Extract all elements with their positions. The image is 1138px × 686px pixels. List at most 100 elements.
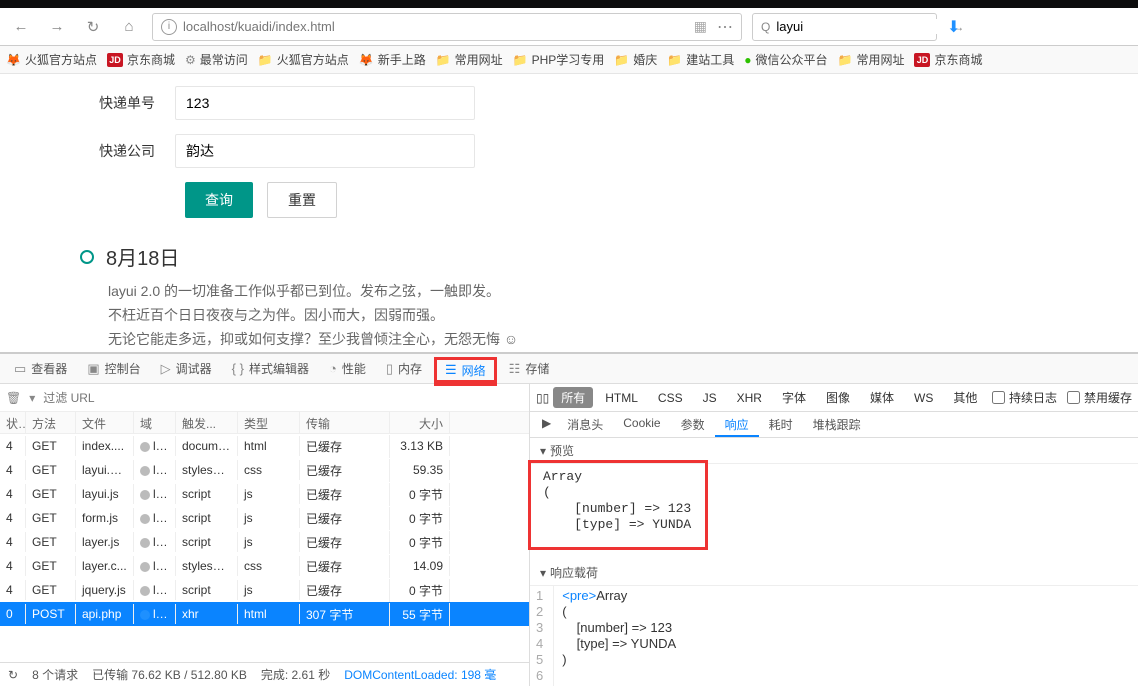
timeline-text: 无论它能走多远，抑或如何支撑？至少我曾倾注全心，无怨无悔 ☺ <box>108 327 1138 351</box>
subtab-params[interactable]: 参数 <box>671 412 715 437</box>
network-request-row[interactable]: 4GETlayer.jslo...scriptjs已缓存0 字节 <box>0 530 529 554</box>
col-header[interactable]: 方法 <box>26 412 76 433</box>
network-request-row[interactable]: 4GETlayer.c...lo...stylesheetcss已缓存14.09 <box>0 554 529 578</box>
devtools-tab-inspector[interactable]: ▭查看器 <box>6 354 75 383</box>
filter-other[interactable]: 其他 <box>945 387 985 408</box>
search-bar[interactable]: Q → <box>752 13 937 41</box>
play-icon[interactable]: ▶ <box>536 412 557 437</box>
network-request-row[interactable]: 0POSTapi.phplo...xhrhtml307 字节55 字节 <box>0 602 529 626</box>
filter-all[interactable]: 所有 <box>553 387 593 408</box>
timeline-date: 8月18日 <box>106 242 179 271</box>
bookmark-item[interactable]: 📁PHP学习专用 <box>513 51 605 68</box>
col-header[interactable]: 类型 <box>238 412 300 433</box>
bookmark-item[interactable]: JD京东商城 <box>914 51 982 68</box>
subtab-timing[interactable]: 耗时 <box>759 412 803 437</box>
footer-dom: DOMContentLoaded: 198 毫 <box>344 666 496 683</box>
bookmark-item[interactable]: 📁常用网址 <box>838 51 905 68</box>
devtools-tab-memory[interactable]: ▯内存 <box>378 354 430 383</box>
network-footer: ↻ 8 个请求 已传输 76.62 KB / 512.80 KB 完成: 2.6… <box>0 662 529 686</box>
input-company[interactable] <box>175 134 475 168</box>
bookmark-item[interactable]: ●微信公众平台 <box>744 51 827 68</box>
devtools-tab-console[interactable]: ▣控制台 <box>79 354 148 383</box>
label-company: 快递公司 <box>0 141 175 161</box>
network-request-row[interactable]: 4GETform.jslo...scriptjs已缓存0 字节 <box>0 506 529 530</box>
timeline-text: layui 2.0 的一切准备工作似乎都已到位。发布之弦，一触即发。 <box>108 279 1138 303</box>
page-body: 快递单号 快递公司 查询 重置 8月18日 layui 2.0 的一切准备工作似… <box>0 74 1138 352</box>
page-actions-icon[interactable]: ⋯ <box>717 17 733 37</box>
network-request-row[interactable]: 4GETlayui.csslo...stylesheetcss已缓存59.35 <box>0 458 529 482</box>
subtab-headers[interactable]: 消息头 <box>557 412 613 437</box>
subtab-cookies[interactable]: Cookie <box>613 412 670 437</box>
qr-icon[interactable]: ▦ <box>694 18 707 35</box>
info-icon[interactable]: i <box>161 19 177 35</box>
filter-ws[interactable]: WS <box>906 389 941 407</box>
subtab-stack[interactable]: 堆栈跟踪 <box>803 412 871 437</box>
url-input[interactable] <box>183 19 688 34</box>
network-list-panel: 🗑 ▾ 状态 方法 文件 域 触发... 类型 传输 大小 4GETindex.… <box>0 384 530 686</box>
filter-icon[interactable]: ▾ <box>29 391 35 405</box>
bookmark-item[interactable]: 📁常用网址 <box>436 51 503 68</box>
bookmark-item[interactable]: JD京东商城 <box>107 51 175 68</box>
filter-input[interactable] <box>43 391 198 405</box>
url-bar[interactable]: i ▦ ⋯ <box>152 13 742 41</box>
filter-img[interactable]: 图像 <box>818 387 858 408</box>
query-button[interactable]: 查询 <box>185 182 253 218</box>
col-header[interactable]: 触发... <box>176 412 238 433</box>
payload-body: 123456 <pre>Array( [number] => 123 [type… <box>530 586 1138 686</box>
bookmark-item[interactable]: 🦊新手上路 <box>359 51 426 68</box>
devtools-tabs: ▭查看器 ▣控制台 ▷调试器 { }样式编辑器 ◔性能 ▯内存 ☰网络 ☷存储 <box>0 354 1138 384</box>
bookmark-item[interactable]: ⚙最常访问 <box>185 51 248 68</box>
timeline: 8月18日 layui 2.0 的一切准备工作似乎都已到位。发布之弦，一触即发。… <box>80 242 1138 351</box>
search-input[interactable] <box>776 19 952 34</box>
network-panel: 🗑 ▾ 状态 方法 文件 域 触发... 类型 传输 大小 4GETindex.… <box>0 384 1138 686</box>
filter-font[interactable]: 字体 <box>774 387 814 408</box>
disable-cache-checkbox[interactable]: 禁用缓存 <box>1067 389 1132 406</box>
col-header[interactable]: 状态 <box>0 412 26 433</box>
persist-log-checkbox[interactable]: 持续日志 <box>992 389 1057 406</box>
label-number: 快递单号 <box>0 93 175 113</box>
timeline-text: 不枉近百个日日夜夜与之为伴。因小而大，因弱而强。 <box>108 303 1138 327</box>
bookmark-item[interactable]: 📁婚庆 <box>614 51 657 68</box>
bookmark-item[interactable]: 🦊火狐官方站点 <box>6 51 97 68</box>
network-request-row[interactable]: 4GETjquery.jslo...scriptjs已缓存0 字节 <box>0 578 529 602</box>
col-header[interactable]: 域 <box>134 412 176 433</box>
reload-icon[interactable]: ↻ <box>8 668 18 682</box>
download-icon[interactable]: ⬇ <box>947 17 960 37</box>
devtools-tab-debugger[interactable]: ▷调试器 <box>153 354 220 383</box>
filter-css[interactable]: CSS <box>650 389 691 407</box>
highlighted-preview: Array ( [number] => 123 [type] => YUNDA <box>528 460 708 550</box>
filter-xhr[interactable]: XHR <box>729 389 770 407</box>
filter-media[interactable]: 媒体 <box>862 387 902 408</box>
footer-requests: 8 个请求 <box>32 666 78 683</box>
devtools-tab-perf[interactable]: ◔性能 <box>321 354 374 383</box>
trash-icon[interactable]: 🗑 <box>6 391 21 405</box>
col-header[interactable]: 大小 <box>390 412 450 433</box>
reset-button[interactable]: 重置 <box>267 182 337 218</box>
input-number[interactable] <box>175 86 475 120</box>
network-request-row[interactable]: 4GETindex....lo...documenthtml已缓存3.13 KB <box>0 434 529 458</box>
network-type-filters: ▯▯ 所有 HTML CSS JS XHR 字体 图像 媒体 WS 其他 持续日… <box>530 384 1138 412</box>
caret-down-icon: ▾ <box>540 444 546 458</box>
preview-text: Array ( [number] => 123 [type] => YUNDA <box>543 469 693 533</box>
bookmark-item[interactable]: 📁火狐官方站点 <box>258 51 349 68</box>
reload-button[interactable]: ↻ <box>80 14 106 40</box>
forward-button[interactable]: → <box>44 14 70 40</box>
bookmarks-bar: 🦊火狐官方站点 JD京东商城 ⚙最常访问 📁火狐官方站点 🦊新手上路 📁常用网址… <box>0 46 1138 74</box>
filter-js[interactable]: JS <box>695 389 725 407</box>
search-engine-icon: Q <box>761 20 770 34</box>
network-filter-bar: 🗑 ▾ <box>0 384 529 412</box>
col-header[interactable]: 文件 <box>76 412 134 433</box>
devtools-tab-network[interactable]: ☰网络 <box>434 357 497 386</box>
col-header[interactable]: 传输 <box>300 412 390 433</box>
back-button[interactable]: ← <box>8 14 34 40</box>
pause-icon[interactable]: ▯▯ <box>536 391 549 405</box>
home-button[interactable]: ⌂ <box>116 14 142 40</box>
payload-section-header[interactable]: ▾响应载荷 <box>530 560 1138 586</box>
devtools-tab-style[interactable]: { }样式编辑器 <box>224 354 317 383</box>
filter-html[interactable]: HTML <box>597 389 646 407</box>
subtab-response[interactable]: 响应 <box>715 412 759 437</box>
devtools-tab-storage[interactable]: ☷存储 <box>501 354 558 383</box>
timeline-node-icon <box>80 250 94 264</box>
network-request-row[interactable]: 4GETlayui.jslo...scriptjs已缓存0 字节 <box>0 482 529 506</box>
bookmark-item[interactable]: 📁建站工具 <box>667 51 734 68</box>
